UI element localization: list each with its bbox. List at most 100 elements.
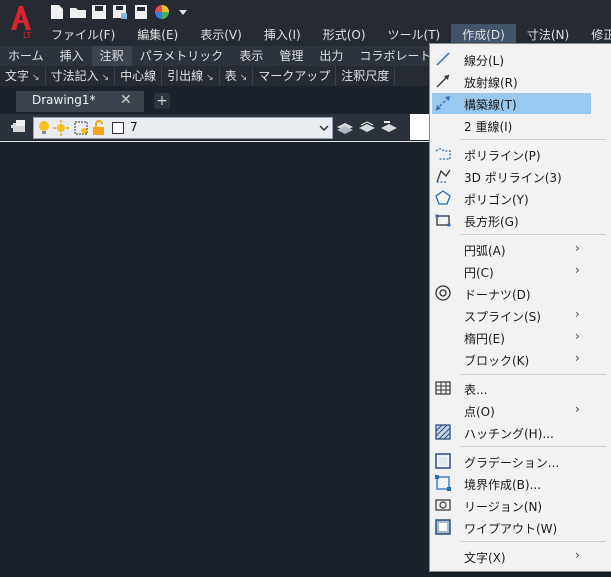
menu-item-multiline[interactable]: 2 重線(I) bbox=[430, 115, 611, 136]
menu-item-text[interactable]: 文字(X) › bbox=[430, 546, 611, 567]
menu-item-construction-line[interactable]: 構築線(T) bbox=[430, 93, 611, 114]
panel-label: マークアップ bbox=[258, 69, 331, 83]
viewport-freeze-icon bbox=[73, 120, 89, 139]
menu-format[interactable]: 形式(O) bbox=[312, 24, 377, 46]
panel-launcher-icon: ↘ bbox=[32, 73, 40, 83]
panel-launcher-icon: ↘ bbox=[101, 73, 110, 83]
tab-insert[interactable]: 挿入 bbox=[52, 46, 92, 66]
panel-label: 中心線 bbox=[120, 69, 157, 83]
svg-text:LT: LT bbox=[23, 31, 31, 40]
menu-item-hatch[interactable]: ハッチング(H)... bbox=[430, 422, 611, 443]
tab-collaborate[interactable]: コラボレート bbox=[351, 46, 439, 66]
panel-label: 注釈尺度 bbox=[341, 69, 390, 83]
menu-item-ellipse[interactable]: 楕円(E) › bbox=[430, 327, 611, 348]
polygon-icon bbox=[435, 190, 451, 205]
layer-color-swatch bbox=[112, 122, 124, 134]
tab-output[interactable]: 出力 bbox=[311, 46, 351, 66]
panel-text[interactable]: 文字 ↘ bbox=[0, 66, 46, 86]
panel-leaders[interactable]: 引出線 ↘ bbox=[162, 66, 220, 86]
menu-item-3d-polyline[interactable]: 3D ポリライン(3) bbox=[430, 166, 611, 187]
document-tab[interactable]: Drawing1* ✕ bbox=[16, 91, 144, 112]
panel-launcher-icon: ↘ bbox=[239, 73, 248, 83]
menu-separator bbox=[460, 541, 606, 542]
menu-item-table[interactable]: 表... bbox=[430, 378, 611, 399]
tab-home[interactable]: ホーム bbox=[0, 46, 52, 66]
panel-centerlines[interactable]: 中心線 bbox=[115, 66, 163, 86]
submenu-arrow-icon: › bbox=[575, 241, 580, 255]
panel-label: 表 bbox=[224, 69, 237, 83]
layer-dropdown[interactable]: 7 bbox=[33, 117, 333, 139]
draw-menu-dropdown: 線分(L) 放射線(R) 構築線(T) 2 重線(I) ポリライン(P) 3D … bbox=[429, 43, 611, 572]
menu-item-donut[interactable]: ドーナツ(D) bbox=[430, 283, 611, 304]
save-icon[interactable] bbox=[90, 3, 108, 21]
close-icon[interactable]: ✕ bbox=[120, 92, 132, 108]
polyline-icon bbox=[435, 148, 451, 160]
panel-markup[interactable]: マークアップ bbox=[253, 66, 337, 86]
menu-item-arc[interactable]: 円弧(A) › bbox=[430, 239, 611, 260]
panel-annotation-scaling[interactable]: 注釈尺度 bbox=[336, 66, 396, 86]
color-wheel-icon[interactable] bbox=[153, 3, 171, 21]
make-current-layer-icon[interactable] bbox=[336, 119, 354, 138]
qat-dropdown-icon[interactable] bbox=[174, 3, 192, 21]
menu-insert[interactable]: 挿入(I) bbox=[253, 24, 312, 46]
menu-item-gradient[interactable]: グラデーション... bbox=[430, 451, 611, 472]
lightbulb-icon bbox=[37, 120, 51, 139]
tab-view[interactable]: 表示 bbox=[231, 46, 271, 66]
menu-item-ray[interactable]: 放射線(R) bbox=[430, 71, 611, 92]
3d-polyline-icon bbox=[436, 169, 451, 183]
menu-item-spline[interactable]: スプライン(S) › bbox=[430, 305, 611, 326]
donut-icon bbox=[435, 285, 451, 301]
menu-edit[interactable]: 編集(E) bbox=[126, 24, 189, 46]
submenu-arrow-icon: › bbox=[575, 329, 580, 343]
layer-previous-icon[interactable] bbox=[380, 119, 398, 138]
unlock-icon bbox=[92, 120, 106, 139]
new-tab-button[interactable]: + bbox=[154, 93, 170, 109]
tab-parametric[interactable]: パラメトリック bbox=[132, 46, 232, 66]
panel-label: 引出線 bbox=[167, 69, 204, 83]
plot-icon[interactable] bbox=[132, 3, 150, 21]
menu-item-rectangle[interactable]: 長方形(G) bbox=[430, 210, 611, 231]
line-icon bbox=[436, 52, 450, 66]
panel-dimensions[interactable]: 寸法記入 ↘ bbox=[46, 66, 116, 86]
hatch-icon bbox=[435, 424, 451, 440]
save-as-icon[interactable] bbox=[111, 3, 129, 21]
submenu-arrow-icon: › bbox=[575, 351, 580, 365]
table-icon bbox=[435, 381, 451, 395]
menu-item-polyline[interactable]: ポリライン(P) bbox=[430, 144, 611, 165]
chevron-down-icon bbox=[319, 122, 329, 136]
menu-file[interactable]: ファイル(F) bbox=[40, 24, 126, 46]
menu-item-circle[interactable]: 円(C) › bbox=[430, 261, 611, 282]
open-folder-icon[interactable] bbox=[69, 3, 87, 21]
menu-item-wipeout[interactable]: ワイプアウト(W) bbox=[430, 517, 611, 538]
menu-separator bbox=[460, 234, 606, 235]
tab-manage[interactable]: 管理 bbox=[271, 46, 311, 66]
submenu-arrow-icon: › bbox=[575, 307, 580, 321]
construction-line-icon bbox=[435, 95, 451, 111]
quick-access-toolbar bbox=[48, 2, 192, 22]
menu-separator bbox=[460, 374, 606, 375]
submenu-arrow-icon: › bbox=[575, 402, 580, 416]
panel-tables[interactable]: 表 ↘ bbox=[220, 66, 254, 86]
menu-item-region[interactable]: リージョン(N) bbox=[430, 495, 611, 516]
boundary-icon bbox=[435, 475, 451, 491]
menu-item-boundary[interactable]: 境界作成(B)... bbox=[430, 473, 611, 494]
panel-label: 文字 bbox=[5, 69, 30, 83]
menu-item-point[interactable]: 点(O) › bbox=[430, 400, 611, 421]
submenu-arrow-icon: › bbox=[575, 548, 580, 562]
tab-annotate[interactable]: 注釈 bbox=[91, 46, 132, 66]
wipeout-icon bbox=[435, 519, 451, 535]
menu-view[interactable]: 表示(V) bbox=[189, 24, 253, 46]
menu-separator bbox=[460, 446, 606, 447]
menu-item-line[interactable]: 線分(L) bbox=[430, 49, 611, 70]
match-layer-icon[interactable] bbox=[358, 119, 376, 138]
menu-item-block[interactable]: ブロック(K) › bbox=[430, 349, 611, 370]
sun-icon bbox=[53, 120, 69, 139]
layer-properties-icon[interactable] bbox=[11, 119, 29, 138]
rectangle-icon bbox=[435, 214, 451, 227]
region-icon bbox=[435, 499, 451, 511]
gradient-icon bbox=[435, 453, 451, 469]
new-file-icon[interactable] bbox=[48, 3, 66, 21]
document-tab-label: Drawing1* bbox=[32, 93, 96, 107]
app-logo-icon[interactable]: LT bbox=[8, 4, 36, 40]
menu-item-polygon[interactable]: ポリゴン(Y) bbox=[430, 188, 611, 209]
